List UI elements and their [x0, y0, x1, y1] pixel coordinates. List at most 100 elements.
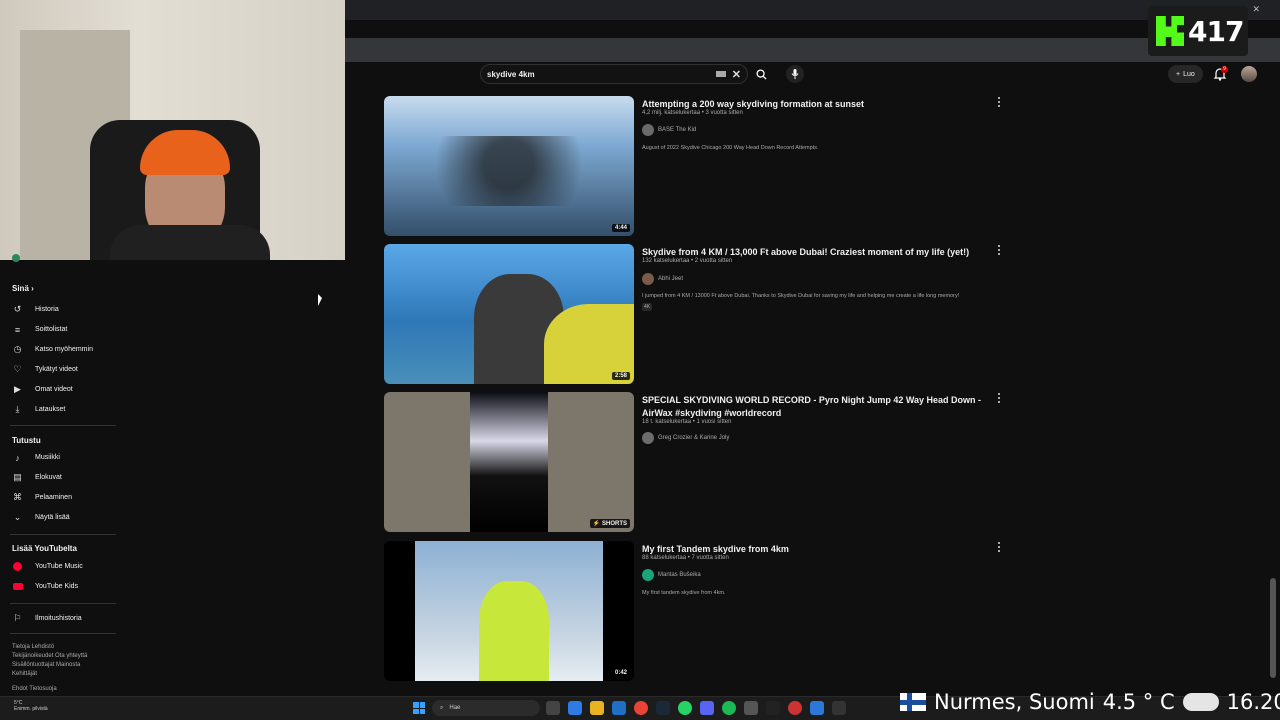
more-actions-icon[interactable] — [996, 541, 1002, 553]
film-icon: ▤ — [13, 472, 22, 482]
voice-search-button[interactable] — [786, 65, 804, 83]
windows-start-icon[interactable] — [413, 702, 425, 714]
sidebar-item-report-history[interactable]: ⚐ Ilmoitushistoria — [12, 613, 81, 624]
video-meta: 88 katselukertaa • 7 vuotta sitten — [642, 555, 729, 561]
sidebar-item-your-videos[interactable]: ▶ Omat videot — [12, 384, 73, 395]
copilot-icon[interactable] — [568, 701, 582, 715]
quality-badge: 4K — [642, 303, 653, 311]
video-channel[interactable]: Greg Crozier & Karine Joly — [642, 432, 729, 444]
kick-logo-icon — [1156, 16, 1184, 46]
search-icon: ⌕ — [440, 704, 444, 711]
video-result[interactable]: 4:44 Attempting a 200 way skydiving form… — [384, 96, 1014, 236]
video-channel[interactable]: Mantas Bušeika — [642, 569, 701, 581]
download-icon: ⤓ — [15, 404, 20, 414]
streamer-body — [110, 225, 270, 260]
page-scrollbar[interactable] — [1270, 578, 1276, 678]
sidebar-footer-legal[interactable]: Ehdot Tietosuoja — [12, 685, 112, 694]
skydiver-figure — [479, 581, 549, 681]
video-channel[interactable]: Abhi Jeet — [642, 273, 683, 285]
mouse-cursor — [318, 294, 322, 306]
taskbar-search[interactable]: ⌕ Hae — [432, 700, 540, 716]
sidebar-item-gaming[interactable]: ⌘ Pelaaminen — [12, 492, 72, 503]
finland-flag-icon — [900, 693, 926, 711]
video-title[interactable]: SPECIAL SKYDIVING WORLD RECORD - Pyro Ni… — [642, 394, 992, 420]
more-actions-icon[interactable] — [996, 96, 1002, 108]
clock-label: 16.20 — [1226, 690, 1280, 714]
video-duration: 0:42 — [611, 669, 630, 677]
webcam-overlay — [0, 0, 345, 260]
sidebar-item-watch-later[interactable]: ◷ Katso myöhemmin — [12, 344, 93, 355]
paint-icon[interactable] — [744, 701, 758, 715]
xbox-icon[interactable] — [832, 701, 846, 715]
video-channel[interactable]: BASE The Kid — [642, 124, 696, 136]
sidebar-item-downloads[interactable]: ⤓ Lataukset — [12, 404, 66, 415]
taskbar-apps — [546, 701, 846, 715]
sidebar-footer-links[interactable]: Tietoja Lehdistö Tekijänoikeudet Ota yht… — [12, 643, 112, 679]
video-result[interactable]: ⚡ SHORTS SPECIAL SKYDIVING WORLD RECORD … — [384, 392, 1014, 532]
sidebar-heading-explore: Tutustu — [12, 436, 41, 445]
search-input[interactable]: skydive 4km ✕ — [480, 64, 748, 84]
playlist-icon: ≡ — [14, 324, 21, 335]
sidebar-heading-more-from-youtube: Lisää YouTubelta — [12, 544, 77, 553]
search-query: skydive 4km — [487, 69, 535, 79]
channel-avatar[interactable] — [642, 273, 654, 285]
taskbar-weather[interactable]: 5°C Enimm. pilvistä — [14, 700, 48, 712]
video-thumbnail[interactable]: ⚡ SHORTS — [384, 392, 634, 532]
edge-icon[interactable] — [810, 701, 824, 715]
video-thumbnail[interactable]: 2:58 — [384, 244, 634, 384]
file-explorer-icon[interactable] — [590, 701, 604, 715]
epic-games-icon[interactable] — [766, 701, 780, 715]
sidebar-item-youtube-kids[interactable]: YouTube Kids — [12, 581, 78, 592]
channel-avatar[interactable] — [642, 569, 654, 581]
video-duration: 2:58 — [611, 372, 630, 380]
account-avatar[interactable] — [1241, 66, 1257, 82]
sidebar-item-show-more[interactable]: ⌄ Näytä lisää — [12, 512, 70, 523]
search-button[interactable] — [752, 65, 770, 83]
thumbs-up-icon: ♡ — [13, 364, 22, 374]
cloud-icon — [1182, 693, 1219, 711]
video-meta: 4,2 milj. katselukertaa • 3 vuotta sitte… — [642, 110, 743, 116]
chrome-icon[interactable] — [634, 701, 648, 715]
clear-search-icon[interactable]: ✕ — [732, 68, 741, 81]
history-icon: ↺ — [13, 304, 22, 314]
sidebar-item-liked-videos[interactable]: ♡ Tykätyt videot — [12, 364, 77, 375]
sidebar-divider — [10, 425, 116, 426]
sidebar-divider — [10, 534, 116, 535]
shorts-badge: ⚡ SHORTS — [589, 519, 630, 528]
channel-avatar[interactable] — [642, 124, 654, 136]
video-result[interactable]: 0:42 My first Tandem skydive from 4km 88… — [384, 541, 1014, 681]
close-window-icon[interactable]: ✕ — [1252, 4, 1260, 15]
more-actions-icon[interactable] — [996, 244, 1002, 256]
spotify-icon[interactable] — [722, 701, 736, 715]
video-description: I jumped from 4 KM / 13000 Ft above Duba… — [642, 293, 960, 299]
chevron-down-icon: ⌄ — [13, 512, 22, 522]
viewer-count: 417 — [1188, 14, 1244, 48]
video-result[interactable]: 2:58 Skydive from 4 KM / 13,000 Ft above… — [384, 244, 1014, 384]
obs-icon[interactable] — [788, 701, 802, 715]
mail-icon[interactable] — [612, 701, 626, 715]
skydivers-image — [394, 136, 624, 206]
sidebar-divider — [10, 633, 116, 634]
sidebar-item-history[interactable]: ↺ Historia — [12, 304, 59, 315]
video-meta: 18 t. katselukertaa • 1 vuosi sitten — [642, 419, 732, 425]
kick-viewer-overlay: 417 — [1148, 6, 1248, 56]
sidebar-item-playlists[interactable]: ≡ Soittolistat — [12, 324, 67, 335]
sidebar-divider — [10, 603, 116, 604]
channel-avatar[interactable] — [642, 432, 654, 444]
gamepad-icon: ⌘ — [13, 492, 22, 502]
discord-icon[interactable] — [700, 701, 714, 715]
sidebar-item-youtube-music[interactable]: YouTube Music — [12, 561, 83, 572]
video-thumbnail[interactable]: 0:42 — [384, 541, 634, 681]
steam-icon[interactable] — [656, 701, 670, 715]
task-view-icon[interactable] — [546, 701, 560, 715]
create-label: Luo — [1183, 70, 1195, 78]
sidebar-item-movies[interactable]: ▤ Elokuvat — [12, 472, 62, 483]
whatsapp-icon[interactable] — [678, 701, 692, 715]
create-button[interactable]: + Luo — [1168, 65, 1203, 83]
video-description: August of 2022 Skydive Chicago 200 Way H… — [642, 145, 819, 151]
video-thumbnail[interactable]: 4:44 — [384, 96, 634, 236]
keyboard-icon[interactable] — [715, 71, 726, 77]
sidebar-heading-you[interactable]: Sinä › — [12, 284, 34, 293]
sidebar-item-music[interactable]: ♪ Musiikki — [12, 452, 60, 463]
more-actions-icon[interactable] — [996, 392, 1002, 404]
